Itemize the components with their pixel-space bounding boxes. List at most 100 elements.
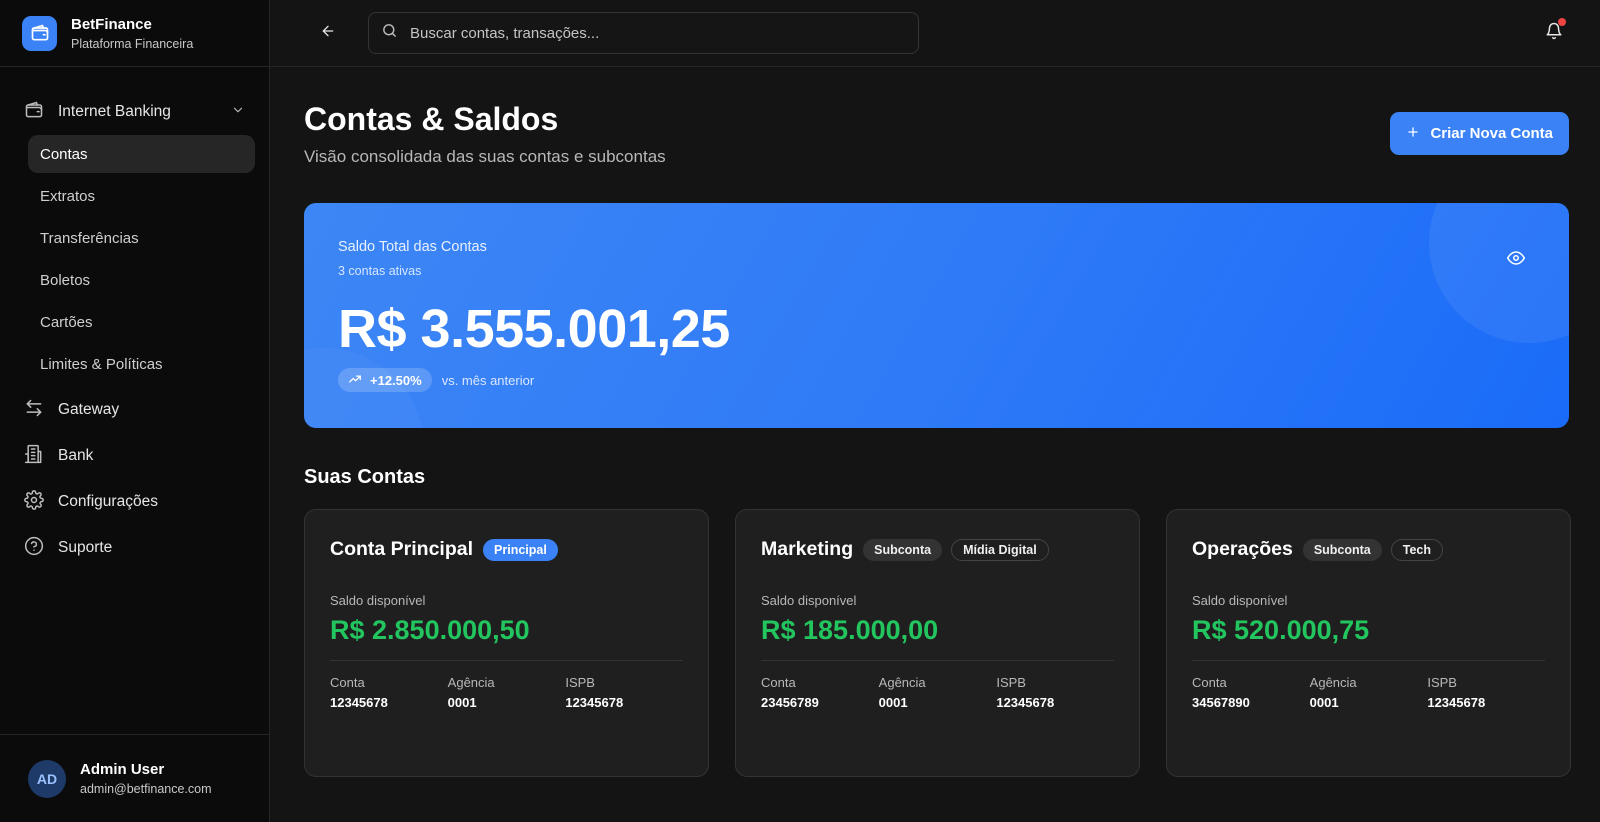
balance-value: R$ 185.000,00 (761, 615, 939, 645)
page-subtitle: Visão consolidada das suas contas e subc… (304, 147, 666, 166)
sidebar-item-label: Transferências (40, 229, 139, 247)
account-badge: Principal (483, 538, 558, 561)
sidebar-group-bank[interactable]: Bank (14, 433, 255, 479)
divider (761, 660, 1114, 661)
account-card-principal[interactable]: Conta Principal Principal Saldo disponív… (304, 509, 709, 777)
page-content: Contas & Saldos Visão consolidada das su… (270, 67, 1600, 777)
total-balance-value: R$ 3.555.001,25 (338, 299, 730, 359)
sidebar-item-label: Limites & Políticas (40, 355, 163, 373)
user-email: admin@betfinance.com (80, 782, 212, 796)
account-number: 23456789 (761, 695, 819, 710)
account-number: 34567890 (1192, 695, 1250, 710)
ispb-number: 12345678 (996, 695, 1055, 710)
section-title: Suas Contas (304, 466, 426, 488)
account-cards: Conta Principal Principal Saldo disponív… (304, 509, 1571, 777)
sidebar-nav: Internet Banking Contas Extratos Transfe… (0, 67, 269, 734)
brand[interactable]: BetFinance Plataforma Financeira (0, 0, 269, 67)
avatar: AD (28, 759, 66, 798)
notifications-button[interactable] (1542, 18, 1566, 45)
account-number: 12345678 (330, 695, 388, 710)
sidebar-group-label: Bank (58, 447, 94, 464)
meta-label-ispb: ISPB (996, 675, 1026, 690)
account-name: Operações (1192, 538, 1293, 560)
meta-label-account: Conta (761, 675, 796, 690)
account-meta: Conta 23456789 Agência 0001 ISPB 12345678 (761, 675, 1114, 710)
back-button[interactable] (316, 21, 340, 45)
sidebar-group-gateway[interactable]: Gateway (14, 387, 255, 433)
ispb-number: 12345678 (565, 695, 624, 710)
trend-row: +12.50% vs. mês anterior (338, 368, 1535, 392)
sidebar-item-label: Boletos (40, 271, 91, 289)
wallet-logo-icon (22, 15, 57, 51)
arrows-left-right-icon (24, 398, 44, 423)
account-meta: Conta 12345678 Agência 0001 ISPB 12345678 (330, 675, 683, 710)
trend-note: vs. mês anterior (441, 372, 535, 388)
user-profile[interactable]: AD Admin User admin@betfinance.com (0, 734, 269, 822)
balance-label: Saldo disponível (330, 593, 426, 608)
balance-value: R$ 2.850.000,50 (330, 615, 530, 645)
brand-subtitle: Plataforma Financeira (71, 36, 194, 51)
wallet-icon (24, 100, 44, 125)
account-name: Conta Principal (330, 538, 474, 560)
create-account-button[interactable]: Criar Nova Conta (1390, 112, 1569, 155)
sidebar-item-extratos[interactable]: Extratos (28, 177, 255, 215)
sidebar-item-boletos[interactable]: Boletos (28, 261, 255, 299)
sidebar-group-label: Suporte (58, 539, 113, 556)
balance-label: Saldo disponível (1192, 593, 1288, 608)
total-balance-card: Saldo Total das Contas 3 contas ativas R… (304, 203, 1569, 428)
help-circle-icon (24, 536, 44, 561)
toggle-visibility-button[interactable] (1507, 249, 1525, 267)
balance-label: Saldo disponível (761, 593, 857, 608)
notification-dot (1558, 18, 1566, 26)
account-tag: Tech (1390, 538, 1444, 561)
meta-label-agency: Agência (1309, 675, 1357, 690)
chevron-down-icon (231, 103, 245, 122)
active-accounts-count: 3 contas ativas (338, 264, 422, 278)
card-header: Operações Subconta Tech (1192, 538, 1545, 561)
brand-name: BetFinance (71, 15, 152, 33)
ispb-number: 12345678 (1427, 695, 1486, 710)
divider (1192, 660, 1545, 661)
page-header: Contas & Saldos Visão consolidada das su… (304, 101, 1569, 167)
page-title: Contas & Saldos (304, 101, 559, 137)
plus-icon (1406, 125, 1420, 143)
card-header: Conta Principal Principal (330, 538, 683, 561)
account-card-marketing[interactable]: Marketing Subconta Mídia Digital Saldo d… (735, 509, 1140, 777)
sidebar-group-internet-banking[interactable]: Internet Banking (14, 89, 255, 135)
sidebar-item-label: Contas (40, 145, 88, 163)
sidebar-item-cartoes[interactable]: Cartões (28, 303, 255, 341)
meta-label-agency: Agência (447, 675, 495, 690)
building-icon (24, 444, 44, 469)
sidebar-group-suporte[interactable]: Suporte (14, 525, 255, 571)
search-box (368, 12, 919, 54)
sidebar-item-contas[interactable]: Contas (28, 135, 255, 173)
agency-number: 0001 (447, 695, 477, 710)
meta-label-agency: Agência (878, 675, 926, 690)
account-badge: Subconta (1302, 538, 1382, 561)
account-meta: Conta 34567890 Agência 0001 ISPB 12345678 (1192, 675, 1545, 710)
sidebar-item-limites[interactable]: Limites & Políticas (28, 345, 255, 383)
arrow-left-icon (320, 23, 336, 44)
balance-value: R$ 520.000,75 (1192, 615, 1370, 645)
meta-label-ispb: ISPB (1427, 675, 1457, 690)
create-account-label: Criar Nova Conta (1430, 125, 1553, 142)
account-name: Marketing (761, 538, 854, 560)
topbar (270, 0, 1600, 67)
sidebar-group-configuracoes[interactable]: Configurações (14, 479, 255, 525)
sidebar: BetFinance Plataforma Financeira Interne… (0, 0, 270, 822)
meta-label-ispb: ISPB (565, 675, 595, 690)
user-name: Admin User (80, 761, 165, 778)
account-card-operacoes[interactable]: Operações Subconta Tech Saldo disponível… (1166, 509, 1571, 777)
agency-number: 0001 (1309, 695, 1339, 710)
sidebar-group-label: Gateway (58, 401, 120, 418)
eye-icon (1507, 251, 1525, 271)
total-balance-label: Saldo Total das Contas (338, 239, 487, 255)
sidebar-item-label: Extratos (40, 187, 96, 205)
card-header: Marketing Subconta Mídia Digital (761, 538, 1114, 561)
agency-number: 0001 (878, 695, 908, 710)
search-input[interactable] (410, 24, 890, 42)
account-badge: Subconta (863, 538, 943, 561)
sidebar-item-transferencias[interactable]: Transferências (28, 219, 255, 257)
sidebar-item-label: Cartões (40, 313, 93, 331)
sidebar-group-label: Configurações (58, 493, 158, 510)
